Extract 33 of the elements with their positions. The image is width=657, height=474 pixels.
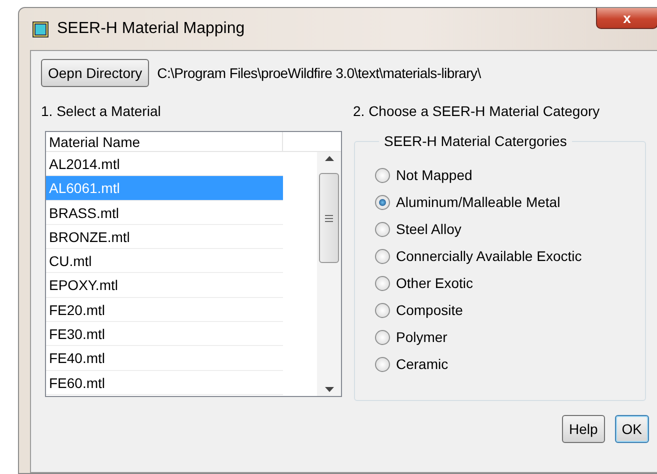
open-directory-button[interactable]: Oepn Directory xyxy=(41,59,150,87)
radio-button[interactable] xyxy=(375,276,390,290)
radio-button[interactable] xyxy=(375,168,390,182)
radio-option[interactable]: Composite xyxy=(375,300,645,320)
dialog-button[interactable]: OK xyxy=(614,415,649,443)
radio-option[interactable]: Other Exotic xyxy=(375,273,645,293)
directory-path: C:\Program Files\proeWildfire 3.0\text\materials-library\ xyxy=(157,65,481,81)
scroll-thumb[interactable] xyxy=(319,173,339,263)
scrollbar[interactable] xyxy=(317,152,341,396)
radio-button[interactable] xyxy=(375,222,390,236)
radio-option[interactable]: Ceramic xyxy=(375,354,645,374)
radio-button[interactable] xyxy=(375,302,390,318)
scroll-up-icon[interactable] xyxy=(324,156,334,161)
list-item[interactable]: BRASS.mtl xyxy=(46,200,283,225)
radio-button[interactable] xyxy=(375,194,390,210)
group-title: SEER-H Material Catergories xyxy=(383,133,568,149)
radio-button[interactable] xyxy=(375,330,390,344)
window-title: SEER-H Material Mapping xyxy=(57,20,245,38)
column-header[interactable]: Material Name xyxy=(46,132,283,151)
app-icon xyxy=(32,20,49,38)
close-button[interactable]: x xyxy=(596,8,657,29)
radio-button[interactable] xyxy=(375,248,390,264)
section-label: 2. Choose a SEER-H Material Category xyxy=(353,103,601,119)
dialog-button[interactable]: Help xyxy=(562,415,605,443)
radio-option[interactable]: Not Mapped xyxy=(375,165,645,185)
section-label: 1. Select a Material xyxy=(41,103,162,119)
radio-option[interactable]: Polymer xyxy=(375,327,645,347)
list-item[interactable]: FE60.mtl xyxy=(46,370,283,395)
scroll-down-icon[interactable] xyxy=(324,387,334,392)
radio-option[interactable]: Aluminum/Malleable Metal xyxy=(375,192,645,212)
radio-option[interactable]: Connercially Available Exoctic xyxy=(375,246,645,266)
radio-option[interactable]: Steel Alloy xyxy=(375,219,645,239)
radio-button[interactable] xyxy=(375,356,390,372)
